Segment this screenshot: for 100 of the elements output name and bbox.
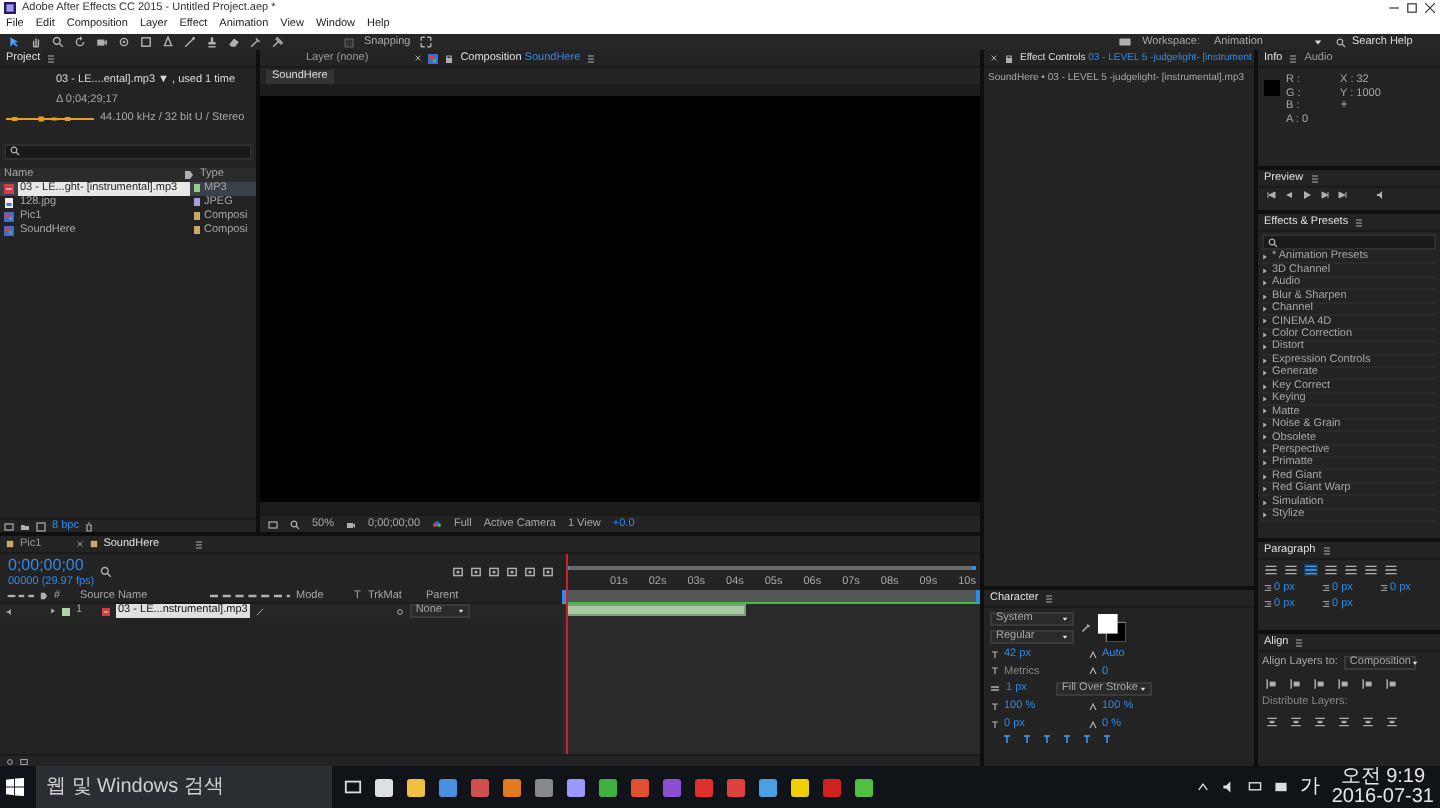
graph-editor-icon[interactable] — [542, 566, 554, 578]
label-tag-icon[interactable] — [40, 592, 48, 600]
camera-icon[interactable] — [96, 36, 108, 48]
panel-menu-icon[interactable] — [586, 53, 597, 63]
workspace-icon[interactable] — [1118, 36, 1133, 48]
close-icon[interactable] — [990, 54, 998, 62]
tray-expand-icon[interactable] — [1195, 780, 1210, 794]
all-caps-icon[interactable] — [1042, 734, 1052, 745]
panel-menu-icon[interactable] — [1044, 593, 1055, 603]
paragraph-align-icon[interactable] — [1344, 564, 1358, 576]
search-field[interactable] — [1262, 234, 1436, 250]
align-layers-icon[interactable] — [1266, 678, 1278, 690]
timecode[interactable]: 0;00;00;00 — [8, 555, 95, 575]
distribute-layers-icon[interactable] — [1266, 715, 1278, 728]
volume-icon[interactable] — [1221, 780, 1236, 794]
align-layers-icon[interactable] — [1386, 678, 1398, 690]
trash-icon[interactable] — [84, 521, 95, 531]
align-layers-icon[interactable] — [1290, 678, 1302, 690]
windows-start-icon[interactable] — [6, 778, 24, 796]
next-frame-icon[interactable] — [1320, 190, 1330, 200]
faux-italic-icon[interactable] — [1022, 734, 1032, 745]
first-frame-icon[interactable] — [1266, 190, 1276, 200]
panel-menu-icon[interactable] — [1309, 173, 1320, 183]
rotate-icon[interactable] — [74, 36, 86, 48]
paragraph-align-icon[interactable] — [1324, 564, 1338, 576]
subscript-icon[interactable] — [1102, 734, 1112, 745]
lock-icon[interactable] — [1004, 53, 1014, 63]
frame-blending-icon[interactable] — [506, 566, 518, 578]
pin-icon[interactable] — [272, 36, 284, 48]
close-icon[interactable] — [414, 54, 423, 62]
paragraph-align-icon[interactable] — [1264, 564, 1278, 576]
pen-icon[interactable] — [162, 36, 174, 48]
distribute-layers-icon[interactable] — [1362, 715, 1374, 728]
align-layers-icon[interactable] — [1314, 678, 1326, 690]
render-time-icon[interactable] — [6, 757, 14, 765]
camera-icon[interactable] — [346, 519, 357, 529]
play-icon[interactable] — [1302, 190, 1312, 200]
panel-menu-icon[interactable] — [1294, 637, 1305, 647]
faux-bold-icon[interactable] — [1002, 734, 1012, 745]
task-view-icon[interactable] — [344, 778, 362, 796]
snap-options-icon[interactable] — [420, 36, 433, 48]
maximize-icon[interactable] — [1406, 2, 1418, 14]
panel-menu-icon[interactable] — [1288, 53, 1299, 63]
close-icon[interactable] — [75, 540, 84, 548]
eyedropper-icon[interactable] — [1080, 622, 1092, 634]
motion-blur-icon[interactable] — [524, 566, 536, 578]
minimize-icon[interactable] — [1388, 2, 1400, 14]
close-icon[interactable] — [1424, 2, 1436, 14]
paragraph-align-icon[interactable] — [1364, 564, 1378, 576]
speaker-icon[interactable] — [6, 607, 14, 615]
align-layers-icon[interactable] — [1362, 678, 1374, 690]
audio-icon[interactable] — [1376, 190, 1386, 200]
paragraph-align-icon[interactable] — [1304, 564, 1318, 576]
search-icon[interactable] — [100, 566, 113, 578]
layer-switches-icon[interactable] — [210, 592, 290, 600]
distribute-layers-icon[interactable] — [1386, 715, 1398, 728]
taskbar-search-field[interactable]: 웹 및 Windows 검색 — [36, 766, 332, 808]
panel-menu-icon[interactable] — [46, 53, 57, 63]
snapping-checkbox[interactable] — [344, 37, 354, 47]
hand-icon[interactable] — [30, 36, 42, 48]
label-tag-icon[interactable] — [184, 169, 194, 180]
network-icon[interactable] — [1247, 780, 1262, 794]
fill-stroke-swatch[interactable] — [1098, 614, 1126, 642]
input-method-indicator[interactable]: 가 — [1299, 775, 1320, 799]
new-folder-icon[interactable] — [20, 521, 30, 531]
always-preview-icon[interactable] — [268, 519, 278, 529]
panel-menu-icon[interactable] — [1321, 545, 1332, 555]
pan-behind-icon[interactable] — [118, 36, 130, 48]
mask-icon[interactable] — [140, 36, 152, 48]
selection-arrow-icon[interactable] — [8, 36, 20, 48]
zoom-icon[interactable] — [290, 519, 300, 529]
distribute-layers-icon[interactable] — [1338, 715, 1350, 728]
paragraph-align-icon[interactable] — [1384, 564, 1398, 576]
panel-menu-icon[interactable] — [1354, 217, 1365, 227]
toggle-switches-icon[interactable] — [20, 757, 28, 765]
notification-icon[interactable] — [1273, 780, 1288, 794]
comp-mini-flowchart-icon[interactable] — [452, 566, 464, 578]
stamp-icon[interactable] — [206, 36, 218, 48]
small-caps-icon[interactable] — [1062, 734, 1072, 745]
previous-frame-icon[interactable] — [1284, 190, 1294, 200]
roto-brush-icon[interactable] — [250, 36, 262, 48]
brush-icon[interactable] — [184, 36, 196, 48]
color-channels-icon[interactable] — [432, 519, 443, 529]
panel-menu-icon[interactable] — [193, 539, 204, 549]
paragraph-align-icon[interactable] — [1284, 564, 1298, 576]
shy-layers-icon[interactable] — [488, 566, 500, 578]
new-composition-icon[interactable] — [36, 521, 46, 531]
search-field[interactable] — [4, 143, 252, 160]
work-area-bar[interactable] — [562, 590, 980, 604]
distribute-layers-icon[interactable] — [1314, 715, 1326, 728]
zoom-icon[interactable] — [52, 36, 64, 48]
draft-3d-icon[interactable] — [470, 566, 482, 578]
superscript-icon[interactable] — [1082, 734, 1092, 745]
distribute-layers-icon[interactable] — [1290, 715, 1302, 728]
interpret-footage-icon[interactable] — [4, 521, 14, 531]
taskbar-clock[interactable]: 오전 9:19 2016-07-31 — [1331, 767, 1434, 807]
av-switches-icon[interactable] — [6, 592, 34, 600]
align-layers-icon[interactable] — [1338, 678, 1350, 690]
pick-whip-icon[interactable] — [395, 607, 404, 615]
last-frame-icon[interactable] — [1338, 190, 1348, 200]
